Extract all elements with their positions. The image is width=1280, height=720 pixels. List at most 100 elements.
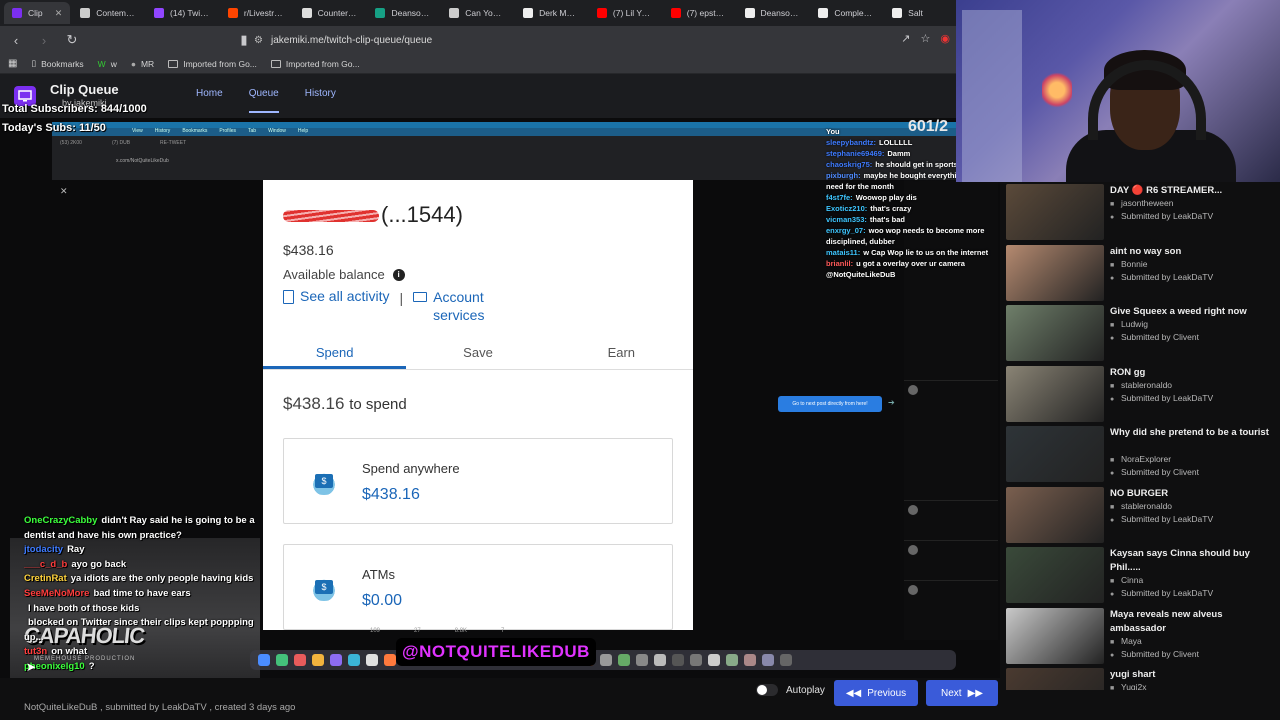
dock-app-icon: [762, 654, 774, 666]
mr-icon: ●: [130, 58, 136, 69]
main-nav: Home Queue History: [196, 88, 336, 113]
bookmark-page-icon[interactable]: ▮: [236, 32, 252, 48]
browser-tab[interactable]: (7) Lil Yacht: [589, 2, 661, 24]
dock-app-icon: [636, 654, 648, 666]
user-icon: ●: [1110, 470, 1115, 477]
tweet-reply: [904, 580, 998, 599]
queue-item[interactable]: Give Squeex a weed right now ■ Ludwig ● Subm…: [1006, 303, 1276, 363]
clip-submitter: ● Submitted by LeakDaTV: [1110, 392, 1214, 403]
browser-tab[interactable]: Contempor: [72, 2, 144, 24]
browser-tab[interactable]: Clip ✕: [4, 2, 71, 24]
browser-tab[interactable]: r/Livestrean: [220, 2, 292, 24]
folder-icon: [168, 59, 179, 68]
dock-app-icon: [618, 654, 630, 666]
queue-item[interactable]: RON gg ■ stableronaldo ● Submitted by LeakDa…: [1006, 364, 1276, 424]
tab-favicon-icon: [818, 8, 829, 18]
clip-inner-url: x.com/NotQuiteLikeDub: [116, 158, 169, 164]
chat-message: Exoticz210: that's crazy: [826, 203, 996, 214]
queue-item[interactable]: aint no way son ■ Bonnie ● Submitted by Leak…: [1006, 243, 1276, 303]
spend-save-earn-tabs: Spend Save Earn: [263, 338, 693, 370]
queue-item[interactable]: yugi shart■Yugi2x●Submitted by LeakDaTV: [1006, 666, 1276, 690]
channel-icon: ■: [1110, 685, 1115, 690]
clip-thumbnail: [1006, 607, 1104, 664]
webcam-door: [962, 10, 1022, 182]
mac-dock: [250, 650, 956, 670]
extension-icon[interactable]: ◉: [940, 32, 950, 45]
chat-username: SeeMeNoMore: [24, 587, 90, 599]
browser-tab[interactable]: Salt: [884, 2, 956, 24]
autoplay-control[interactable]: Autoplay: [756, 684, 825, 696]
site-info-icon[interactable]: ⚙: [254, 35, 263, 46]
url-field[interactable]: ⚙ jakemiki.me/twitch-clip-queue/queue: [254, 30, 938, 50]
forward-icon[interactable]: ›: [36, 33, 52, 48]
tab-label: r/Livestrean: [243, 8, 284, 18]
browser-tab[interactable]: (14) Twitch: [146, 2, 218, 24]
browser-tab[interactable]: Deansocool: [737, 2, 809, 24]
bookmark-item-bookmarks[interactable]: ▯ Bookmarks: [31, 58, 83, 69]
star-icon[interactable]: ☆: [921, 32, 931, 45]
todays-subs: Today's Subs: 11/50: [2, 122, 106, 134]
clip-submitter: ● Submitted by LeakDaTV: [1110, 271, 1214, 282]
total-subscribers: Total Subscribers: 844/1000: [2, 103, 147, 115]
dock-app-icon: [654, 654, 666, 666]
autoplay-toggle[interactable]: [756, 684, 778, 696]
tab-close-icon[interactable]: ✕: [55, 8, 63, 19]
clip-thumbnail: [1006, 184, 1104, 240]
reload-icon[interactable]: ↻: [64, 32, 80, 48]
browser-tab[interactable]: Counter-Str: [294, 2, 366, 24]
queue-item[interactable]: Maya reveals new alveus ambassador ■ Maya ●…: [1006, 606, 1276, 666]
clip-submitter: ● Submitted by Clivent: [1110, 467, 1199, 477]
chat-username: f4st7fe:: [826, 193, 853, 202]
browser-tab[interactable]: Can You Na: [441, 2, 513, 24]
back-icon[interactable]: ‹: [8, 33, 24, 48]
dock-app-icon: [258, 654, 270, 666]
chat-text: w Cap Wop lie to us on the internet: [863, 248, 989, 257]
clip-channel: ■ NoraExplorer: [1110, 454, 1172, 464]
browser-tab[interactable]: Complex on: [810, 2, 882, 24]
bookmark-item-w[interactable]: Ww: [98, 59, 117, 69]
clip-channel: ■ Cinna: [1110, 575, 1144, 585]
clip-title: RON gg: [1110, 366, 1146, 378]
tab-favicon-icon: [523, 8, 534, 18]
clip-credit: NotQuiteLikeDuB , submitted by LeakDaTV …: [24, 702, 296, 713]
browser-tab[interactable]: Deansocool: [367, 2, 439, 24]
queue-item[interactable]: DAY 🔴 R6 STREAMER... ■ jasontheween ● Submit…: [1006, 182, 1276, 242]
clip-player[interactable]: View History Bookmarks Profiles Tab Window Hel…: [0, 118, 1000, 678]
tweet-reply: [904, 500, 998, 519]
bookmark-folder-1[interactable]: Imported from Go...: [168, 59, 257, 69]
browser-tab[interactable]: (7) epstein: [663, 2, 735, 24]
browser-tab-strip: Clip ✕ Contempor (14) Twitch r/Livestrean Cou…: [0, 0, 956, 26]
tab-favicon-icon: [596, 8, 607, 18]
dock-app-icon: [276, 654, 288, 666]
bookmark-item-mr[interactable]: ● MR: [131, 59, 154, 69]
chat-username: brianlil:: [826, 259, 854, 268]
browser-tab[interactable]: Derk Matisc: [515, 2, 587, 24]
bookmark-folder-2[interactable]: Imported from Go...: [270, 59, 360, 69]
chat-text: LOLLLLL: [879, 138, 913, 147]
next-button[interactable]: Next ▶▶: [926, 680, 998, 706]
clip-thumbnail: [1006, 426, 1104, 482]
apps-grid-icon[interactable]: ▦: [8, 58, 17, 69]
nav-history[interactable]: History: [305, 88, 336, 99]
chat-text: that's crazy: [870, 204, 912, 213]
arrow-right-icon: ➔: [888, 398, 895, 407]
chat-message: ___c_d_b ayo go back: [24, 558, 264, 573]
chat-message: f4st7fe: Woowop play dis: [826, 192, 996, 203]
dock-app-icon: [672, 654, 684, 666]
queue-item[interactable]: Why did she pretend to be a tourist ■ Nora…: [1006, 424, 1276, 484]
queue-item[interactable]: NO BURGER ■ stableronaldo ● Submitted by Lea…: [1006, 485, 1276, 545]
dock-app-icon: [708, 654, 720, 666]
bank-balance-panel: (...1544) $438.16 Available balance i See…: [263, 180, 693, 630]
tab-favicon-icon: [301, 8, 312, 18]
previous-button[interactable]: ◀◀ Previous: [834, 680, 918, 706]
nav-queue[interactable]: Queue: [248, 88, 279, 113]
avatar: [908, 545, 918, 555]
share-icon[interactable]: ↗: [901, 32, 910, 45]
redaction-scribble: [283, 210, 379, 223]
chat-username: sleepybandtz:: [826, 138, 877, 147]
atm-icon: [306, 575, 342, 601]
clip-title: yugi shart: [1110, 669, 1156, 680]
nav-home[interactable]: Home: [196, 88, 223, 99]
avatar: [908, 385, 918, 395]
queue-item[interactable]: Kaysan says Cinna should buy Phil..... ■ C…: [1006, 545, 1276, 605]
